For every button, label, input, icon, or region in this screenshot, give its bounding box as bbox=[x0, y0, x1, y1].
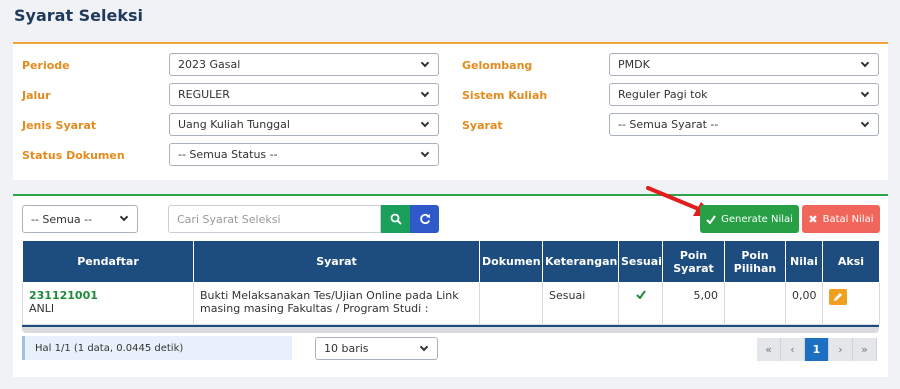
page-next-button[interactable]: › bbox=[829, 338, 853, 361]
header-keterangan: Keterangan bbox=[542, 240, 619, 283]
cell-poin-syarat: 5,00 bbox=[662, 282, 725, 325]
syarat-label: Syarat bbox=[462, 119, 503, 132]
search-input[interactable]: Cari Syarat Seleksi bbox=[168, 205, 381, 233]
gelombang-value: PMDK bbox=[618, 58, 650, 71]
gelombang-select[interactable]: PMDK bbox=[609, 53, 879, 76]
jenis-syarat-label: Jenis Syarat bbox=[22, 119, 97, 132]
jalur-value: REGULER bbox=[178, 88, 230, 101]
gelombang-label: Gelombang bbox=[462, 59, 533, 72]
header-poin-pilihan: Poin Pilihan bbox=[724, 240, 786, 283]
check-icon bbox=[635, 290, 646, 300]
generate-nilai-button[interactable]: Generate Nilai bbox=[700, 205, 799, 233]
syarat-value: -- Semua Syarat -- bbox=[618, 118, 719, 131]
cell-sesuai bbox=[618, 282, 663, 325]
header-poin-syarat: Poin Syarat bbox=[662, 240, 725, 283]
header-pendaftar: Pendaftar bbox=[22, 240, 194, 283]
periode-label: Periode bbox=[22, 59, 70, 72]
page-current-button[interactable]: 1 bbox=[805, 338, 829, 361]
header-nilai: Nilai bbox=[785, 240, 823, 283]
cell-pendaftar: 231121001 ANLI bbox=[22, 282, 194, 325]
chevron-down-icon bbox=[420, 58, 430, 67]
page-prev-button[interactable]: ‹ bbox=[781, 338, 805, 361]
table-row: 231121001 ANLI Bukti Melaksanakan Tes/Uj… bbox=[22, 282, 880, 325]
periode-select[interactable]: 2023 Gasal bbox=[169, 53, 439, 76]
generate-nilai-label: Generate Nilai bbox=[721, 213, 793, 225]
chevron-down-icon bbox=[119, 212, 129, 222]
filter-panel: Periode 2023 Gasal Gelombang PMDK Jalur … bbox=[13, 42, 888, 180]
cell-keterangan: Sesuai bbox=[542, 282, 619, 325]
close-icon: ✖ bbox=[808, 212, 818, 226]
edit-button[interactable] bbox=[829, 289, 847, 305]
refresh-button[interactable] bbox=[410, 205, 439, 233]
search-button[interactable] bbox=[381, 205, 410, 233]
sistem-kuliah-value: Reguler Pagi tok bbox=[618, 88, 708, 101]
edit-icon bbox=[834, 293, 842, 301]
jalur-select[interactable]: REGULER bbox=[169, 83, 439, 106]
status-dokumen-label: Status Dokumen bbox=[22, 149, 125, 162]
page-first-button[interactable]: « bbox=[757, 338, 781, 361]
header-dokumen: Dokumen bbox=[479, 240, 543, 283]
syarat-select[interactable]: -- Semua Syarat -- bbox=[609, 113, 879, 136]
nama-pendaftar: ANLI bbox=[29, 302, 55, 315]
chevron-down-icon bbox=[860, 88, 870, 97]
header-sesuai: Sesuai bbox=[618, 240, 663, 283]
search-icon bbox=[390, 213, 402, 225]
chevron-down-icon bbox=[860, 58, 870, 67]
chevron-down-icon bbox=[420, 148, 430, 157]
chevron-down-icon bbox=[420, 88, 430, 97]
syarat-table: Pendaftar Syarat Dokumen Keterangan Sesu… bbox=[22, 240, 880, 325]
page-last-button[interactable]: » bbox=[853, 338, 877, 361]
page-title: Syarat Seleksi bbox=[14, 6, 144, 25]
chevron-down-icon bbox=[420, 118, 430, 127]
chevron-down-icon bbox=[860, 118, 870, 127]
sistem-kuliah-label: Sistem Kuliah bbox=[462, 89, 548, 102]
cell-dokumen bbox=[479, 282, 543, 325]
table-scrollbar[interactable] bbox=[22, 325, 879, 333]
semua-filter-value: -- Semua -- bbox=[31, 212, 93, 226]
periode-value: 2023 Gasal bbox=[178, 58, 241, 71]
cell-syarat: Bukti Melaksanakan Tes/Ujian Online pada… bbox=[193, 282, 480, 325]
pagination: « ‹ 1 › » bbox=[757, 338, 877, 361]
cell-nilai: 0,00 bbox=[785, 282, 823, 325]
no-pendaftar-link[interactable]: 231121001 bbox=[29, 289, 187, 302]
cell-poin-pilihan bbox=[724, 282, 786, 325]
batal-nilai-button[interactable]: ✖ Batal Nilai bbox=[802, 205, 880, 233]
chevron-down-icon bbox=[419, 342, 429, 351]
jenis-syarat-value: Uang Kuliah Tunggal bbox=[178, 118, 290, 131]
table-panel: -- Semua -- Cari Syarat Seleksi Generate… bbox=[13, 186, 888, 377]
cell-aksi bbox=[822, 282, 880, 325]
per-page-value: 10 baris bbox=[324, 342, 369, 355]
per-page-select[interactable]: 10 baris bbox=[315, 337, 438, 360]
check-icon bbox=[706, 214, 716, 224]
header-aksi: Aksi bbox=[822, 240, 880, 283]
refresh-icon bbox=[419, 213, 430, 225]
header-syarat: Syarat bbox=[193, 240, 480, 283]
jenis-syarat-select[interactable]: Uang Kuliah Tunggal bbox=[169, 113, 439, 136]
jalur-label: Jalur bbox=[22, 89, 51, 102]
semua-filter-select[interactable]: -- Semua -- bbox=[22, 205, 138, 233]
sistem-kuliah-select[interactable]: Reguler Pagi tok bbox=[609, 83, 879, 106]
pagination-info: Hal 1/1 (1 data, 0.0445 detik) bbox=[22, 336, 292, 360]
batal-nilai-label: Batal Nilai bbox=[822, 213, 874, 225]
status-dokumen-value: -- Semua Status -- bbox=[178, 148, 278, 161]
status-dokumen-select[interactable]: -- Semua Status -- bbox=[169, 143, 439, 166]
